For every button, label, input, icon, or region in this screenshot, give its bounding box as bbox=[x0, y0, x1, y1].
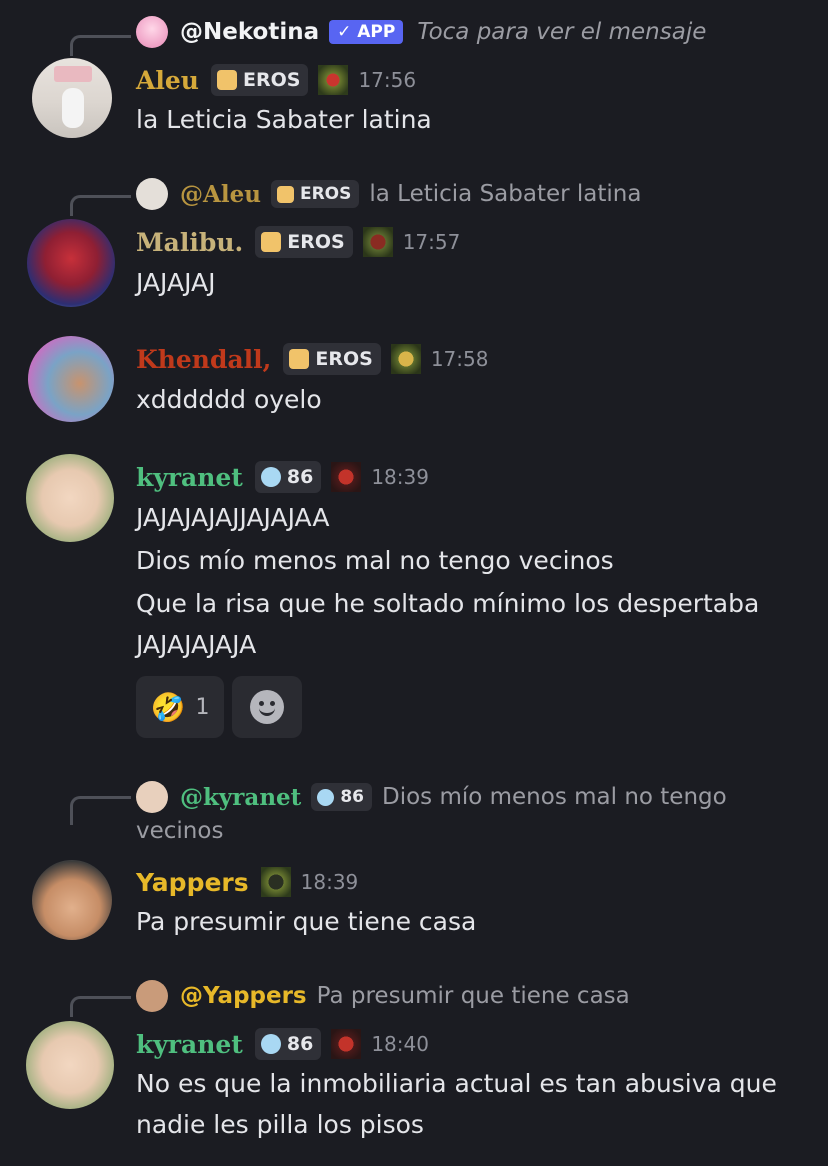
reply-connector bbox=[70, 796, 131, 825]
guild-tag-label: 86 bbox=[286, 1033, 314, 1055]
reaction-pill[interactable]: 🤣 1 bbox=[136, 676, 224, 738]
avatar[interactable] bbox=[32, 58, 112, 138]
heart-icon bbox=[317, 788, 335, 806]
guild-tag-label: EROS bbox=[242, 69, 301, 91]
crown-icon bbox=[276, 185, 294, 203]
reply-author[interactable]: @Yappers bbox=[180, 983, 307, 1009]
guild-tag[interactable]: 86 bbox=[254, 1028, 322, 1060]
heart-icon bbox=[260, 1034, 281, 1054]
timestamp: 17:57 bbox=[402, 230, 461, 254]
reply-avatar bbox=[136, 980, 168, 1012]
crown-icon bbox=[289, 349, 310, 369]
heart-icon bbox=[260, 467, 281, 487]
message-line: Que la risa que he soltado mínimo los de… bbox=[136, 589, 760, 618]
message-line: xdddddd oyelo bbox=[136, 385, 322, 414]
reply-author[interactable]: @kyranet bbox=[180, 784, 301, 811]
message-line: JAJAJAJAJJAJAJAA bbox=[136, 503, 330, 532]
role-badge-icon bbox=[260, 867, 291, 897]
avatar[interactable] bbox=[27, 219, 115, 307]
message-line: JAJAJAJ bbox=[136, 268, 216, 297]
reply-connector bbox=[70, 35, 131, 56]
username[interactable]: kyranet bbox=[136, 463, 243, 492]
avatar-sign bbox=[54, 66, 92, 82]
reply-text[interactable]: Dios mío menos mal no tengo bbox=[382, 784, 727, 810]
guild-tag[interactable]: 86 bbox=[254, 461, 322, 493]
role-badge-icon bbox=[362, 227, 393, 257]
message-header: kyranet 86 18:40 bbox=[136, 1024, 429, 1064]
message-header: Khendall, EROS 17:58 bbox=[136, 339, 488, 379]
crown-icon bbox=[261, 232, 282, 252]
avatar[interactable] bbox=[26, 454, 114, 542]
message-line: No es que la inmobiliaria actual es tan … bbox=[136, 1069, 777, 1098]
guild-tag[interactable]: EROS bbox=[255, 226, 353, 258]
username[interactable]: Malibu. bbox=[136, 228, 243, 257]
reaction-count: 1 bbox=[195, 694, 210, 720]
avatar[interactable] bbox=[32, 860, 112, 940]
message-header: kyranet 86 18:39 bbox=[136, 457, 429, 497]
message-line: Dios mío menos mal no tengo vecinos bbox=[136, 546, 614, 575]
guild-tag-label: EROS bbox=[287, 231, 345, 253]
add-reaction-button[interactable] bbox=[232, 676, 302, 738]
guild-tag-label: EROS bbox=[315, 348, 373, 370]
reply-preview[interactable]: @kyranet 86 Dios mío menos mal no tengo bbox=[136, 779, 727, 815]
username[interactable]: Yappers bbox=[136, 868, 249, 897]
guild-tag[interactable]: EROS bbox=[210, 64, 309, 96]
message-header: Yappers 18:39 bbox=[136, 862, 358, 902]
avatar[interactable] bbox=[28, 336, 114, 422]
avatar-figure bbox=[62, 88, 84, 128]
reply-avatar bbox=[136, 178, 168, 210]
role-badge-icon bbox=[318, 65, 349, 95]
add-reaction-icon bbox=[250, 690, 284, 724]
message-line: nadie les pilla los pisos bbox=[136, 1110, 424, 1139]
timestamp: 18:39 bbox=[300, 870, 359, 894]
reply-connector bbox=[70, 195, 131, 216]
reply-avatar bbox=[136, 16, 168, 48]
role-badge-icon bbox=[331, 1029, 362, 1059]
guild-tag-label: EROS bbox=[299, 184, 352, 204]
guild-tag-label: 86 bbox=[340, 787, 364, 807]
reply-preview[interactable]: @Yappers Pa presumir que tiene casa bbox=[136, 978, 630, 1014]
reply-text-continued[interactable]: vecinos bbox=[136, 818, 223, 844]
rofl-emoji-icon: 🤣 bbox=[150, 690, 186, 724]
message-line: la Leticia Sabater latina bbox=[136, 105, 432, 134]
reply-text[interactable]: Toca para ver el mensaje bbox=[417, 19, 706, 45]
avatar[interactable] bbox=[26, 1021, 114, 1109]
role-badge-icon bbox=[390, 344, 421, 374]
reply-author[interactable]: @Aleu bbox=[180, 181, 261, 208]
timestamp: 17:58 bbox=[430, 347, 489, 371]
guild-tag-label: 86 bbox=[286, 466, 314, 488]
username[interactable]: Khendall, bbox=[136, 345, 271, 374]
message-line: Pa presumir que tiene casa bbox=[136, 907, 477, 936]
message-line: JAJAJAJAJA bbox=[136, 630, 257, 659]
reply-text[interactable]: la Leticia Sabater latina bbox=[369, 181, 641, 207]
message-header: Malibu. EROS 17:57 bbox=[136, 222, 460, 262]
reply-preview[interactable]: @Aleu EROS la Leticia Sabater latina bbox=[136, 176, 641, 212]
role-badge-icon bbox=[331, 462, 362, 492]
reply-avatar bbox=[136, 781, 168, 813]
reply-connector bbox=[70, 996, 131, 1017]
crown-icon bbox=[216, 70, 237, 90]
message-header: Aleu EROS 17:56 bbox=[136, 60, 416, 100]
username[interactable]: kyranet bbox=[136, 1030, 243, 1059]
reply-preview[interactable]: @Nekotina ✓ APP Toca para ver el mensaje bbox=[136, 14, 706, 50]
reply-author[interactable]: @Nekotina bbox=[180, 19, 319, 45]
timestamp: 17:56 bbox=[358, 68, 417, 92]
username[interactable]: Aleu bbox=[136, 66, 199, 95]
app-badge: ✓ APP bbox=[329, 20, 404, 44]
guild-tag[interactable]: EROS bbox=[283, 343, 381, 375]
guild-tag[interactable]: EROS bbox=[270, 180, 360, 208]
timestamp: 18:39 bbox=[371, 465, 429, 489]
timestamp: 18:40 bbox=[371, 1032, 429, 1056]
guild-tag[interactable]: 86 bbox=[311, 783, 372, 811]
reply-text[interactable]: Pa presumir que tiene casa bbox=[317, 983, 630, 1009]
